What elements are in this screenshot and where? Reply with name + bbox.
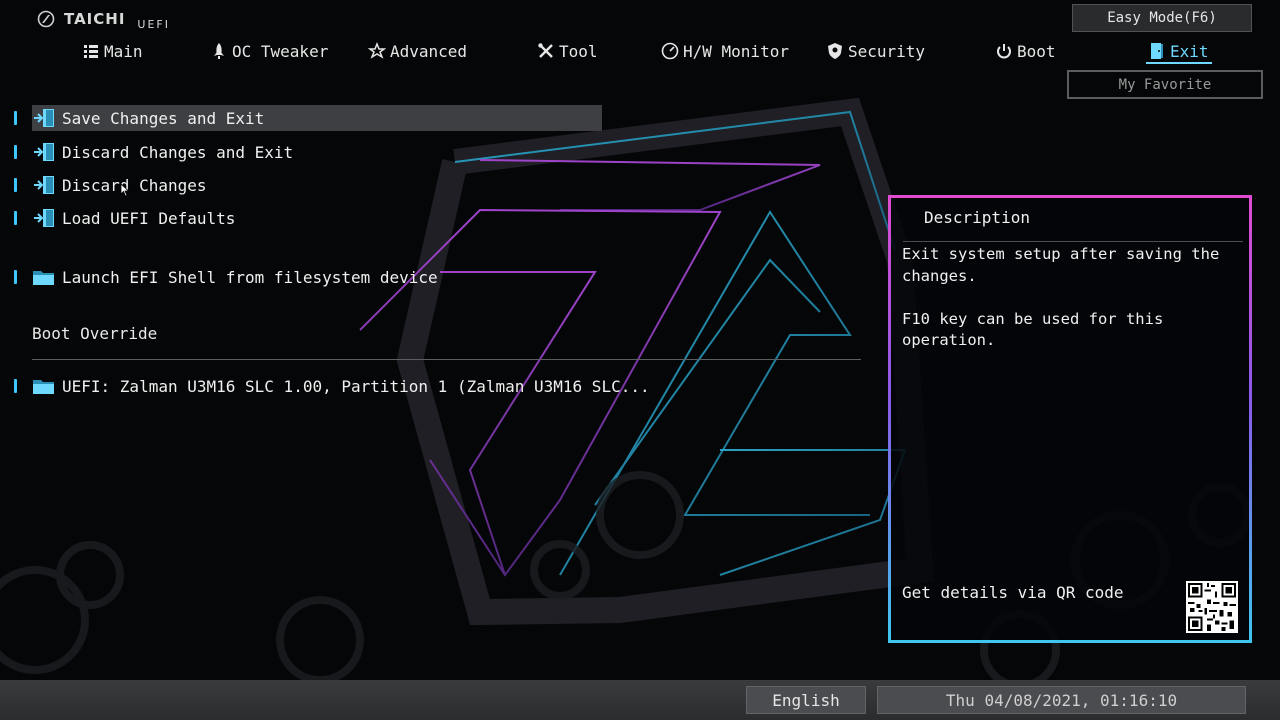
rocket-icon — [214, 43, 224, 59]
menu-item-label: UEFI: Zalman U3M16 SLC 1.00, Partition 1… — [62, 376, 650, 396]
item-marker — [14, 111, 17, 125]
description-panel: Description Exit system setup after savi… — [888, 195, 1252, 643]
folder-icon — [32, 266, 56, 288]
menu-item-save-changes-and-exit[interactable]: Save Changes and Exit — [14, 105, 602, 131]
tab-oc-tweaker[interactable]: OC Tweaker — [210, 38, 328, 64]
brand-name: TAICHI — [64, 10, 126, 28]
description-line: Exit system setup after saving the chang… — [902, 245, 1220, 285]
qr-code-label: Get details via QR code — [902, 583, 1124, 602]
tab-label: Security — [848, 41, 926, 61]
tab-label: H/W Monitor — [683, 41, 789, 61]
language-button[interactable]: English — [746, 686, 866, 714]
exit-door-icon — [32, 107, 56, 129]
item-marker — [14, 145, 17, 159]
monitor-gauge-icon — [661, 42, 679, 60]
mouse-cursor-icon — [120, 183, 130, 197]
tab-label: Main — [104, 41, 143, 61]
description-title: Description — [924, 208, 1030, 227]
menu-item-label: Discard Changes — [62, 175, 207, 195]
description-line: F10 key can be used for this operation. — [902, 309, 1164, 350]
menu-item-discard-changes-and-exit[interactable]: Discard Changes and Exit — [14, 139, 293, 165]
exit-door-icon — [32, 141, 56, 163]
boot-override-item[interactable]: UEFI: Zalman U3M16 SLC 1.00, Partition 1… — [14, 373, 650, 399]
boot-override-heading: Boot Override — [32, 324, 158, 343]
description-text: Exit system setup after saving the chang… — [902, 244, 1238, 373]
menu-item-discard-changes[interactable]: Discard Changes — [14, 172, 207, 198]
tab-label: Boot — [1017, 41, 1056, 61]
tab-label: Tool — [559, 41, 598, 61]
section-divider — [32, 359, 861, 360]
item-marker — [14, 211, 17, 225]
taichi-logo-icon — [37, 10, 55, 28]
description-divider — [903, 241, 1243, 242]
my-favorite-button[interactable]: My Favorite — [1067, 70, 1263, 99]
power-icon — [997, 44, 1011, 59]
exit-door-icon — [32, 174, 56, 196]
exit-door-icon — [32, 207, 56, 229]
brand-sub: UEFI — [137, 18, 170, 31]
folder-icon — [32, 375, 56, 397]
tab-hw-monitor[interactable]: H/W Monitor — [661, 38, 789, 64]
menu-item-launch-efi-shell[interactable]: Launch EFI Shell from filesystem device — [14, 264, 438, 290]
item-marker — [14, 270, 17, 284]
menu-item-label: Discard Changes and Exit — [62, 142, 294, 162]
taichi-logo: TAICHI UEFI — [36, 10, 170, 31]
tab-main[interactable]: Main — [82, 38, 143, 64]
menu-item-label: Load UEFI Defaults — [62, 208, 236, 228]
tab-label: OC Tweaker — [232, 41, 329, 61]
tab-boot[interactable]: Boot — [995, 38, 1056, 64]
shield-icon — [828, 43, 842, 59]
tab-security[interactable]: Security — [826, 38, 925, 64]
active-tab-indicator — [1146, 62, 1212, 64]
qr-code-icon[interactable] — [1186, 581, 1238, 633]
easy-mode-button[interactable]: Easy Mode(F6) — [1072, 4, 1252, 32]
menu-item-label: Save Changes and Exit — [62, 108, 265, 128]
tab-exit[interactable]: Exit — [1148, 38, 1209, 64]
tab-tool[interactable]: Tool — [537, 38, 598, 64]
item-marker — [14, 379, 17, 393]
exit-door-icon — [1151, 43, 1163, 59]
menu-item-load-uefi-defaults[interactable]: Load UEFI Defaults — [14, 205, 235, 231]
menu-item-label: Launch EFI Shell from filesystem device — [62, 267, 438, 287]
star-icon — [368, 42, 386, 59]
system-datetime[interactable]: Thu 04/08/2021, 01:16:10 — [877, 686, 1246, 714]
list-icon — [84, 45, 98, 58]
tab-label: Advanced — [390, 41, 468, 61]
item-marker — [14, 178, 17, 192]
tools-icon — [538, 43, 553, 58]
tab-label: Exit — [1170, 41, 1209, 61]
tab-advanced[interactable]: Advanced — [368, 38, 467, 64]
